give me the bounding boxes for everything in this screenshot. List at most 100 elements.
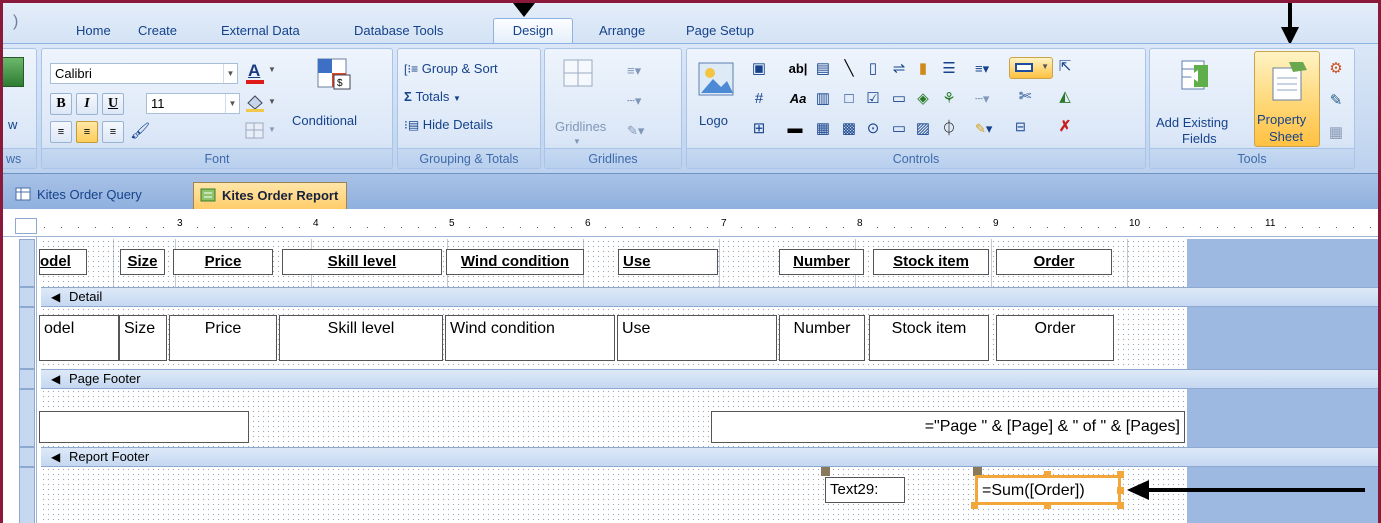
set-control-defaults-icon[interactable]: ◭ <box>1055 87 1075 107</box>
tab-page-setup[interactable]: Page Setup <box>680 20 760 42</box>
italic-button[interactable]: I <box>76 93 98 115</box>
detail-field-stock-item[interactable]: Stock item <box>869 315 989 361</box>
image-control-icon[interactable]: ▩ <box>839 119 859 139</box>
option-button-icon[interactable]: ⊙ <box>863 119 883 139</box>
resize-handle-top-right[interactable] <box>1117 471 1124 478</box>
page-footer-section-bar[interactable]: ◀ Page Footer <box>41 369 1378 389</box>
list-box-icon[interactable]: ☰ <box>939 59 959 79</box>
title-icon[interactable]: ▣ <box>749 59 769 79</box>
property-sheet-button[interactable]: Property Sheet <box>1254 51 1320 147</box>
detail-field-number[interactable]: Number <box>779 315 865 361</box>
hide-details-button[interactable]: ⁝▤ Hide Details <box>404 117 493 132</box>
rectangle-icon[interactable]: □ <box>839 89 859 109</box>
header-label-order[interactable]: Order <box>996 249 1112 275</box>
office-button-edge[interactable]: ) <box>7 11 24 33</box>
line-color-icon[interactable]: ✎▾ <box>627 123 644 139</box>
gridlines-format-icon[interactable]: ▼ <box>244 121 278 143</box>
page-footer-selector[interactable] <box>19 369 35 389</box>
conditional-label[interactable]: Conditional <box>292 113 357 128</box>
control-wizards-icon[interactable]: ✗ <box>1055 117 1075 137</box>
tab-database-tools[interactable]: Database Tools <box>348 20 449 42</box>
font-color-icon[interactable]: A ▼ <box>244 61 278 87</box>
page-footer-date-field[interactable] <box>39 411 249 443</box>
detail-field-wind-condition[interactable]: Wind condition <box>445 315 615 361</box>
line-color-control-icon[interactable]: ✎▾ <box>975 121 992 137</box>
attachment-icon[interactable]: ⏀ <box>939 119 959 139</box>
resize-handle-bottom-right[interactable] <box>1117 502 1124 509</box>
detail-field-skill-level[interactable]: Skill level <box>279 315 443 361</box>
page-header-selector[interactable] <box>19 239 35 287</box>
combo-box-icon[interactable]: ▭ <box>889 89 909 109</box>
add-existing-label-1[interactable]: Add Existing <box>1156 115 1228 130</box>
gridlines-icon[interactable] <box>563 59 595 89</box>
resize-handle-bottom[interactable] <box>1044 502 1051 509</box>
header-label-stock-item[interactable]: Stock item <box>873 249 989 275</box>
detail-field-price[interactable]: Price <box>169 315 277 361</box>
unbound-frame-icon[interactable]: ▦ <box>813 119 833 139</box>
tab-create[interactable]: Create <box>132 20 183 42</box>
line-thickness-icon[interactable]: ┄▾ <box>627 93 641 109</box>
report-selector[interactable] <box>15 218 37 234</box>
header-label-skill-level[interactable]: Skill level <box>282 249 442 275</box>
select-all-toggle[interactable]: ▼ <box>1009 57 1053 79</box>
header-label-number[interactable]: Number <box>779 249 864 275</box>
line-style-icon[interactable]: ≡▾ <box>627 63 641 79</box>
toggle-icon[interactable]: ⇌ <box>889 59 909 79</box>
tab-kites-order-query[interactable]: Kites Order Query <box>9 182 150 209</box>
view-code-icon[interactable]: ▦ <box>1326 123 1346 143</box>
textbox-icon[interactable]: ab| <box>785 59 811 79</box>
insert-activex-icon[interactable]: ✄ <box>1015 87 1035 107</box>
report-footer-row-selector[interactable] <box>19 467 35 523</box>
header-label-size[interactable]: Size <box>120 249 165 275</box>
code-icon[interactable]: ✎ <box>1326 91 1346 111</box>
tab-external-data[interactable]: External Data <box>215 20 306 42</box>
select-pointer-icon[interactable]: ⇱ <box>1055 57 1075 77</box>
group-sort-button[interactable]: [⁝≡ Group & Sort <box>404 61 498 76</box>
attachment-link-icon[interactable]: ⚘ <box>939 89 959 109</box>
page-footer-page-expression[interactable]: ="Page " & [Page] & " of " & [Pages] <box>711 411 1185 443</box>
report-footer-label-text29[interactable]: Text29: <box>825 477 905 503</box>
totals-button[interactable]: Σ Totals ▼ <box>404 89 461 104</box>
hyperlink-icon[interactable]: ⊟ <box>1015 119 1026 135</box>
add-existing-label-2[interactable]: Fields <box>1182 131 1217 146</box>
detail-field-order[interactable]: Order <box>996 315 1114 361</box>
font-name-combo[interactable]: Calibri ▼ <box>50 63 238 84</box>
align-center-button[interactable]: ≡ <box>76 121 98 143</box>
button-control-icon[interactable]: ▬ <box>785 119 805 139</box>
tab-control-icon[interactable]: ▯ <box>863 59 883 79</box>
detail-section-bar[interactable]: ◀ Detail <box>41 287 1378 307</box>
detail-field-size[interactable]: Size <box>119 315 167 361</box>
tab-arrange[interactable]: Arrange <box>593 20 651 42</box>
chevron-down-icon[interactable]: ▼ <box>225 94 239 113</box>
resize-handle-top[interactable] <box>1044 471 1051 478</box>
header-label-wind-condition[interactable]: Wind condition <box>446 249 584 275</box>
label-move-handle[interactable] <box>821 467 830 476</box>
detail-selector[interactable] <box>19 287 35 307</box>
chevron-down-icon[interactable]: ▼ <box>223 64 237 83</box>
bold-button[interactable]: B <box>50 93 72 115</box>
add-existing-fields-icon[interactable] <box>1178 59 1214 93</box>
tab-kites-order-report[interactable]: Kites Order Report <box>193 182 348 209</box>
page-numbers-icon[interactable]: # <box>749 89 769 109</box>
line-icon[interactable]: ╲ <box>839 59 859 79</box>
detail-row-selector[interactable] <box>19 307 35 369</box>
header-label-use[interactable]: Use <box>618 249 718 275</box>
header-label-model[interactable]: odel <box>39 249 87 275</box>
logo-icon[interactable] <box>697 59 737 99</box>
tab-order-icon[interactable]: ⚙ <box>1326 59 1346 79</box>
label-icon[interactable]: Aa <box>785 89 811 109</box>
report-footer-section-bar[interactable]: ◀ Report Footer <box>41 447 1378 467</box>
report-footer-selector[interactable] <box>19 447 35 467</box>
tab-home[interactable]: Home <box>70 20 117 42</box>
resize-handle-bottom-left[interactable] <box>971 502 978 509</box>
conditional-formatting-icon[interactable]: $ <box>316 57 352 91</box>
view-icon[interactable] <box>3 57 24 87</box>
resize-handle-right[interactable] <box>1117 487 1124 494</box>
fill-color-icon[interactable]: ▼ <box>244 93 278 115</box>
detail-field-model[interactable]: odel <box>39 315 119 361</box>
tab-design[interactable]: Design <box>493 18 573 44</box>
detail-field-use[interactable]: Use <box>617 315 777 361</box>
option-group-icon[interactable]: ▥ <box>813 89 833 109</box>
header-label-price[interactable]: Price <box>173 249 273 275</box>
font-size-combo[interactable]: 11 ▼ <box>146 93 240 114</box>
